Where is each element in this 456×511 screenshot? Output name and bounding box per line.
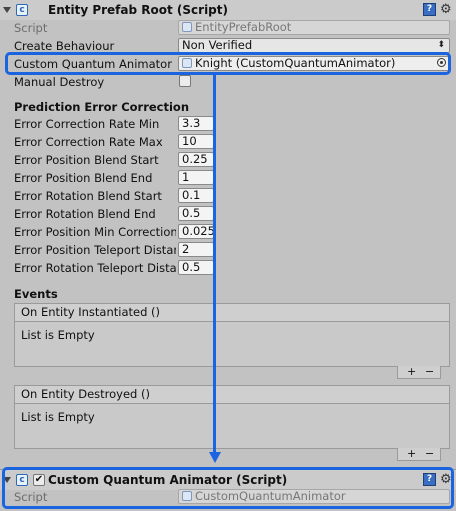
c-sharp-script-icon: c [16,4,28,16]
events-section-header: Events [14,287,58,301]
gear-icon[interactable]: ⚙ [440,3,452,16]
list-title: On Entity Instantiated () [15,304,449,322]
field-label: Error Position Blend Start [14,153,159,167]
arrow-head-icon [209,452,221,463]
manual-destroy-checkbox[interactable] [179,75,191,87]
component-title: Entity Prefab Root (Script) [48,3,228,17]
list-empty-text: List is Empty [21,328,95,342]
prediction-section-header: Prediction Error Correction [14,100,190,114]
foldout-arrow-icon[interactable] [3,7,11,13]
highlight-box-animator-field [5,52,451,75]
highlight-box-animator-component [2,467,454,509]
field-label: Error Rotation Blend End [14,207,156,221]
on-entity-instantiated-list[interactable]: On Entity Instantiated () List is Empty … [14,303,450,379]
list-add-remove-controls: + − [397,366,441,379]
list-title: On Entity Destroyed () [15,386,449,404]
add-button[interactable]: + [407,448,416,459]
script-value: EntityPrefabRoot [195,20,292,34]
on-entity-destroyed-list[interactable]: On Entity Destroyed () List is Empty + − [14,385,450,461]
script-field: EntityPrefabRoot [178,20,450,35]
create-behaviour-label: Create Behaviour [14,39,115,53]
create-behaviour-dropdown[interactable]: Non Verified ⬍ [178,38,450,53]
remove-button[interactable]: − [425,448,434,459]
arrow-line [213,74,216,454]
script-label: Script [14,21,48,35]
field-label: Error Position Teleport Distance [14,243,176,257]
field-label: Error Position Blend End [14,171,153,185]
create-behaviour-value: Non Verified [182,38,253,52]
list-empty-text: List is Empty [21,410,95,424]
field-label: Error Position Min Correction [14,225,176,239]
remove-button[interactable]: − [425,366,434,377]
arrow-connector [207,74,223,466]
field-label: Error Correction Rate Min [14,117,160,131]
component-header-entity-prefab-root[interactable]: c Entity Prefab Root (Script) ? ⚙ [0,0,456,20]
dropdown-arrows-icon: ⬍ [437,40,445,50]
field-label: Error Rotation Blend Start [14,189,162,203]
field-label: Error Rotation Teleport Distance [14,261,176,275]
book-help-icon[interactable]: ? [423,3,436,16]
add-button[interactable]: + [407,366,416,377]
c-sharp-script-icon [182,22,192,32]
list-add-remove-controls: + − [397,448,441,461]
field-label: Error Correction Rate Max [14,135,163,149]
manual-destroy-label: Manual Destroy [14,75,105,89]
